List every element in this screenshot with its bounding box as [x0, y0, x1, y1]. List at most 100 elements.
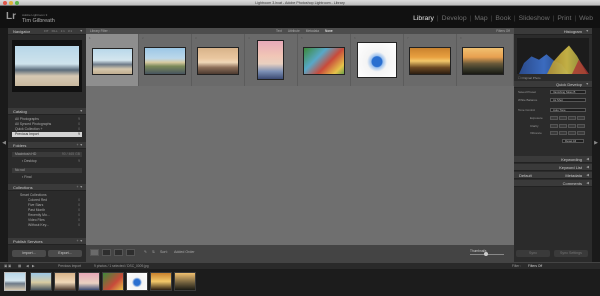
loupe-view-button[interactable] [102, 249, 111, 256]
reset-all-button[interactable]: Reset All [562, 139, 584, 143]
library-toolbar: ✎ ⇅ Sort: Added Order Thumbnails [86, 245, 514, 262]
volume-item[interactable]: Macintosh HD 90 / 465 GB [12, 152, 82, 157]
photo-thumbnail[interactable] [462, 47, 504, 75]
sort-direction-icon[interactable]: ⇅ [152, 250, 155, 255]
sync-settings-button[interactable]: Sync Settings [554, 250, 588, 257]
photo-thumbnail[interactable] [257, 40, 284, 80]
publish-services-title: Publish Services [13, 239, 43, 244]
navigator-preview[interactable] [12, 40, 82, 92]
filmstrip-thumbnail[interactable] [102, 272, 124, 291]
module-book[interactable]: Book [492, 15, 514, 22]
photo-thumbnail[interactable] [409, 47, 451, 75]
filmstrip-thumbnail[interactable] [30, 272, 52, 291]
grid-cell[interactable]: 5 [298, 34, 351, 86]
module-map[interactable]: Map [471, 15, 490, 22]
filmstrip-thumbnail[interactable] [4, 272, 26, 291]
collapse-triangle-icon[interactable]: ▼ [586, 81, 589, 88]
filmstrip-thumbnail[interactable] [174, 272, 196, 291]
grid-cell[interactable]: 4 [245, 34, 298, 86]
filmstrip-thumbnail[interactable] [150, 272, 172, 291]
add-collection-icon[interactable]: + ▼ [77, 184, 83, 191]
filmstrip-bar: ▣ ▣ ▦ ◀ ▶ Previous Import 9 photos / 1 s… [0, 262, 600, 269]
sort-label: Sort: [160, 250, 168, 254]
sort-dropdown[interactable]: Added Order [174, 250, 195, 255]
sync-button[interactable]: Sync [516, 250, 550, 257]
lightroom-logo: Lr [6, 11, 16, 22]
saved-preset-dropdown[interactable]: Vanishing Skies B [550, 90, 586, 94]
module-print[interactable]: Print [554, 15, 574, 22]
survey-view-button[interactable] [126, 249, 135, 256]
keyword-list-header[interactable]: Keyword List ◀ [514, 164, 592, 171]
catalog-header[interactable]: Catalog ▼ [8, 108, 86, 115]
module-library[interactable]: Library [410, 15, 437, 22]
zoom-fill[interactable]: FILL [52, 29, 58, 34]
filmstrip-thumbnail[interactable] [126, 272, 148, 291]
histogram-header[interactable]: Histogram ▼ [514, 28, 592, 35]
navigator-zoom-options: FIT FILL 1:1 3:1 [44, 29, 72, 34]
photo-thumbnail[interactable] [92, 48, 133, 75]
left-panel-toggle-icon[interactable]: ◀ [0, 140, 8, 150]
module-web[interactable]: Web [576, 15, 596, 22]
clarity-buttons[interactable] [550, 124, 585, 128]
catalog-item-selected[interactable]: Previous Import 9 [12, 132, 82, 137]
collapse-triangle-icon[interactable]: ▼ [586, 28, 589, 35]
collapse-triangle-icon[interactable]: ▼ [80, 108, 83, 115]
filmstrip-thumbnail[interactable] [78, 272, 100, 291]
collection-item[interactable]: Without Key... 0 [12, 223, 82, 228]
identity-plate: Lr Adobe Lightroom 3 Tim Gilbreath Libra… [0, 6, 600, 28]
import-button[interactable]: Import... [12, 250, 46, 257]
metadata-preset-dropdown[interactable]: Default [519, 173, 532, 178]
quick-develop-header[interactable]: Quick Develop ▼ [514, 81, 592, 88]
vibrance-buttons[interactable] [550, 131, 585, 135]
add-folder-icon[interactable]: + ▼ [77, 142, 83, 149]
catalog-title: Catalog [13, 109, 27, 114]
grid-cell[interactable]: 1 [86, 34, 139, 86]
painter-icon[interactable]: ✎ [144, 250, 147, 255]
photo-thumbnail[interactable] [144, 47, 186, 75]
photo-thumbnail[interactable] [303, 47, 345, 75]
grid-cell[interactable]: 2 [139, 34, 192, 86]
grid-cell[interactable]: 7 [404, 34, 457, 86]
volume-item[interactable]: No vol [12, 168, 82, 173]
auto-tone-button[interactable]: Auto Tone [550, 108, 586, 112]
keywording-header[interactable]: Keywording ◀ [514, 156, 592, 163]
folders-title: Folders [13, 143, 27, 148]
histogram-graph[interactable] [517, 38, 589, 74]
comments-header[interactable]: Comments ◀ [514, 180, 592, 187]
photo-thumbnail[interactable] [197, 47, 239, 75]
reset-row: Reset All [518, 139, 588, 144]
collections-title: Collections [13, 185, 33, 190]
right-panel-toggle-icon[interactable]: ▶ [592, 140, 600, 150]
module-develop[interactable]: Develop [439, 15, 470, 22]
white-balance-row: White Balance As Shot [518, 98, 588, 103]
metadata-header[interactable]: Default Metadata ◀ [514, 172, 592, 179]
folders-header[interactable]: Folders + ▼ [8, 142, 86, 149]
grid-cell[interactable]: 3 [192, 34, 245, 86]
thumbnail-size-slider[interactable]: Thumbnails [470, 249, 504, 257]
compare-view-button[interactable] [114, 249, 123, 256]
collections-header[interactable]: Collections + ▼ [8, 184, 86, 191]
exposure-buttons[interactable] [550, 116, 585, 120]
zoom-1-1[interactable]: 1:1 [61, 29, 65, 34]
grid-view: Library Filter : Text Attribute Metadata… [86, 28, 514, 262]
histogram-title: Histogram [563, 29, 582, 34]
zoom-fit[interactable]: FIT [44, 29, 49, 34]
export-button[interactable]: Export... [48, 250, 82, 257]
navigator-header[interactable]: Navigator FIT FILL 1:1 3:1 ▼ [8, 28, 86, 35]
publish-services-header[interactable]: Publish Services + ▼ [8, 238, 86, 245]
module-slideshow[interactable]: Slideshow [516, 15, 553, 22]
folder-item[interactable]: ▪ Final [12, 175, 82, 180]
identity-subtitle: Adobe Lightroom 3 [22, 13, 48, 17]
clarity-row: Clarity [518, 124, 588, 129]
zoom-3-1[interactable]: 3:1 [68, 29, 72, 34]
grid-view-button[interactable] [90, 249, 99, 256]
filmstrip-thumbnail[interactable] [54, 272, 76, 291]
original-photo-checkbox[interactable]: ☐ Original Photo [518, 76, 541, 80]
folder-item[interactable]: ▪ Desktop 9 [12, 159, 82, 164]
grid-cell[interactable]: 6 [351, 34, 404, 86]
grid-cell[interactable]: 8 [457, 34, 514, 86]
add-service-icon[interactable]: + ▼ [77, 238, 83, 245]
photo-thumbnail[interactable] [357, 42, 397, 78]
collapse-triangle-icon[interactable]: ▼ [80, 28, 83, 35]
white-balance-dropdown[interactable]: As Shot [550, 98, 586, 102]
